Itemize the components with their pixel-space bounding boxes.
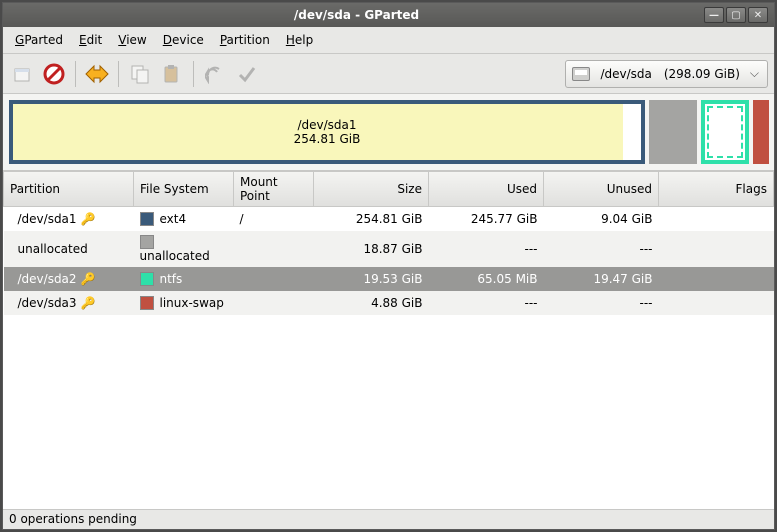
- col-flags[interactable]: Flags: [659, 172, 774, 207]
- status-text: 0 operations pending: [9, 512, 137, 526]
- lock-icon: 🔑: [81, 296, 95, 310]
- status-bar: 0 operations pending: [3, 509, 774, 529]
- cell-partition: /dev/sda3🔑: [4, 291, 134, 315]
- cell-size: 4.88 GiB: [314, 291, 429, 315]
- resize-button[interactable]: [84, 61, 110, 87]
- cell-mountpoint: /: [234, 207, 314, 231]
- viz-unallocated[interactable]: [649, 100, 697, 164]
- fs-color-swatch: [140, 235, 154, 249]
- fs-color-swatch: [140, 296, 154, 310]
- device-selector[interactable]: /dev/sda (298.09 GiB) ⌵: [565, 60, 768, 88]
- cell-unused: ---: [544, 231, 659, 268]
- apply-button[interactable]: [234, 61, 260, 87]
- partition-table: Partition File System Mount Point Size U…: [3, 171, 774, 509]
- menu-device[interactable]: Device: [157, 31, 210, 49]
- cell-flags: [659, 207, 774, 231]
- menu-help[interactable]: Help: [280, 31, 319, 49]
- maximize-button[interactable]: ▢: [726, 7, 746, 23]
- cell-size: 19.53 GiB: [314, 267, 429, 291]
- fs-color-swatch: [140, 212, 154, 226]
- paste-button[interactable]: [159, 61, 185, 87]
- menu-gparted[interactable]: GParted: [9, 31, 69, 49]
- chevron-down-icon: ⌵: [746, 66, 763, 81]
- table-row[interactable]: /dev/sda3🔑linux-swap4.88 GiB------: [4, 291, 774, 315]
- cell-used: ---: [429, 291, 544, 315]
- cell-used: 65.05 MiB: [429, 267, 544, 291]
- cell-size: 254.81 GiB: [314, 207, 429, 231]
- menu-bar: GParted Edit View Device Partition Help: [3, 27, 774, 54]
- cell-filesystem: linux-swap: [134, 291, 234, 315]
- viz-sda1[interactable]: /dev/sda1 254.81 GiB: [9, 100, 645, 164]
- copy-button[interactable]: [127, 61, 153, 87]
- cell-partition: /dev/sda1🔑: [4, 207, 134, 231]
- viz-main-label: /dev/sda1: [294, 118, 361, 132]
- col-size[interactable]: Size: [314, 172, 429, 207]
- cell-used: ---: [429, 231, 544, 268]
- minimize-button[interactable]: —: [704, 7, 724, 23]
- lock-icon: 🔑: [81, 272, 95, 286]
- lock-icon: 🔑: [81, 212, 95, 226]
- window-title: /dev/sda - GParted: [9, 8, 704, 22]
- cell-filesystem: unallocated: [134, 231, 234, 268]
- table-row[interactable]: /dev/sda1🔑ext4/254.81 GiB245.77 GiB9.04 …: [4, 207, 774, 231]
- viz-sda2[interactable]: [701, 100, 749, 164]
- cell-mountpoint: [234, 291, 314, 315]
- viz-main-size: 254.81 GiB: [294, 132, 361, 146]
- viz-sda3[interactable]: [753, 100, 769, 164]
- col-filesystem[interactable]: File System: [134, 172, 234, 207]
- cell-size: 18.87 GiB: [314, 231, 429, 268]
- cell-unused: 9.04 GiB: [544, 207, 659, 231]
- cell-flags: [659, 291, 774, 315]
- device-size: (298.09 GiB): [658, 67, 746, 81]
- menu-partition[interactable]: Partition: [214, 31, 276, 49]
- menu-view[interactable]: View: [112, 31, 152, 49]
- cell-unused: 19.47 GiB: [544, 267, 659, 291]
- disk-icon: [572, 67, 590, 81]
- col-used[interactable]: Used: [429, 172, 544, 207]
- toolbar: /dev/sda (298.09 GiB) ⌵: [3, 54, 774, 94]
- col-mountpoint[interactable]: Mount Point: [234, 172, 314, 207]
- device-path: /dev/sda: [594, 67, 657, 81]
- undo-button[interactable]: [202, 61, 228, 87]
- cell-used: 245.77 GiB: [429, 207, 544, 231]
- menu-edit[interactable]: Edit: [73, 31, 108, 49]
- col-partition[interactable]: Partition: [4, 172, 134, 207]
- toolbar-separator: [75, 61, 76, 87]
- cell-flags: [659, 231, 774, 268]
- cell-mountpoint: [234, 267, 314, 291]
- cell-partition: /dev/sda2🔑: [4, 267, 134, 291]
- new-button[interactable]: [9, 61, 35, 87]
- table-row[interactable]: /dev/sda2🔑ntfs 19.53 GiB65.05 MiB19.47 Gi…: [4, 267, 774, 291]
- fs-color-swatch: [140, 272, 154, 286]
- cell-unused: ---: [544, 291, 659, 315]
- cell-filesystem: ntfs: [134, 267, 234, 291]
- window-buttons: — ▢ ✕: [704, 7, 768, 23]
- toolbar-separator: [193, 61, 194, 87]
- partition-visual: /dev/sda1 254.81 GiB: [3, 94, 774, 171]
- delete-button[interactable]: [41, 61, 67, 87]
- cell-mountpoint: [234, 231, 314, 268]
- cell-filesystem: ext4: [134, 207, 234, 231]
- close-button[interactable]: ✕: [748, 7, 768, 23]
- toolbar-separator: [118, 61, 119, 87]
- col-unused[interactable]: Unused: [544, 172, 659, 207]
- cell-flags: [659, 267, 774, 291]
- table-row[interactable]: unallocatedunallocated18.87 GiB------: [4, 231, 774, 268]
- cell-partition: unallocated: [4, 231, 134, 268]
